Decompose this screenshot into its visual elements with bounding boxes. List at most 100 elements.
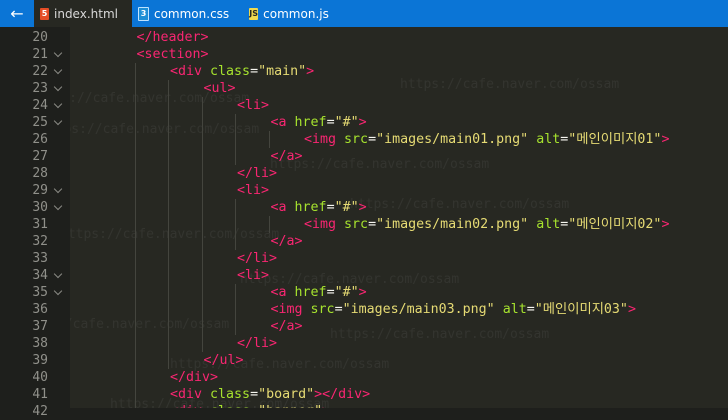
line-number: 39 [32, 353, 48, 368]
token-tag: <div [170, 387, 211, 402]
token-tag: <li> [237, 183, 270, 198]
token-str: "images/main02.png" [376, 217, 529, 232]
js-icon: JS [249, 7, 259, 20]
token-tag: <li> [237, 268, 270, 283]
line-number: 37 [32, 319, 48, 334]
token-tag: > [661, 217, 670, 232]
code-line: <div class="banner"> [170, 403, 330, 408]
token-tag: </li> [237, 251, 278, 266]
code-line: </a> [271, 318, 303, 335]
code-line: <a href="#"> [271, 284, 367, 301]
token-tag: <img [270, 302, 311, 317]
token-str: "board" [258, 387, 315, 402]
token-attr: href [294, 285, 327, 300]
token-str: "images/main01.png" [376, 132, 529, 147]
token-attr: src [344, 132, 369, 147]
tab-common-css[interactable]: 3 common.css [132, 0, 243, 27]
fold-chevron-icon[interactable] [55, 104, 63, 109]
token-tag: </li> [237, 166, 278, 181]
code-line: </li> [237, 250, 277, 267]
token-pl: = [326, 285, 335, 300]
code-line: <img src="images/main02.png" alt="메인이미지0… [304, 216, 669, 233]
code-line: </a> [271, 233, 303, 250]
line-number-gutter: 20 21 22 23 24 25 26 27 28 29 30 31 32 33 34 35 36 37 38 39… [0, 27, 70, 419]
fold-chevron-icon[interactable] [55, 53, 63, 58]
token-tag: </a> [270, 234, 303, 249]
token-attr: class [210, 64, 251, 79]
code-line: <li> [237, 267, 269, 284]
code-line: </header> [137, 29, 209, 46]
indent-guide [235, 114, 236, 165]
line-number: 34 [32, 268, 48, 283]
indent-guide [268, 216, 270, 233]
line-number: 35 [32, 285, 48, 300]
token-pl: = [334, 302, 343, 317]
code-area[interactable]: https://cafe.naver.com/ossam https://cafe… [70, 27, 728, 408]
fold-chevron-icon[interactable] [55, 274, 63, 279]
tab-label: common.css [153, 6, 230, 21]
line-number: 23 [32, 81, 48, 96]
token-tag: <section> [136, 47, 209, 62]
token-tag: </a> [270, 149, 303, 164]
code-line: <div class="board"></div> [170, 386, 370, 403]
line-number: 42 [32, 404, 48, 419]
back-arrow-icon[interactable]: ← [0, 0, 34, 27]
code-line: <a href="#"> [271, 114, 367, 131]
token-pl: = [250, 387, 259, 402]
indent-guide [134, 63, 136, 408]
token-attr: alt [536, 217, 561, 232]
fold-chevron-icon[interactable] [55, 291, 63, 296]
tab-bar: ← 5 index.html 3 common.css JS common.js [0, 0, 728, 27]
code-line: <li> [237, 182, 269, 199]
token-tag: <a [270, 285, 295, 300]
token-tag: </a> [270, 319, 303, 334]
watermark-text: https://cafe.naver.com/ossam [70, 227, 280, 242]
token-tag: </div> [170, 370, 219, 385]
fold-chevron-icon[interactable] [55, 70, 63, 75]
token-str: "banner" [258, 404, 322, 408]
token-tag: <li> [237, 98, 270, 113]
token-str: "main" [258, 64, 307, 79]
line-number: 40 [32, 370, 48, 385]
token-tag: > [627, 302, 636, 317]
line-number: 32 [32, 234, 48, 249]
token-attr: class [210, 404, 250, 408]
indent-guide [235, 199, 236, 250]
token-pl: = [368, 217, 377, 232]
tab-index-html[interactable]: 5 index.html [34, 0, 132, 27]
code-editor[interactable]: 20 21 22 23 24 25 26 27 28 29 30 31 32 33 34 35 36 37 38 39… [0, 27, 728, 419]
token-str: "images/main03.png" [342, 302, 495, 317]
fold-chevron-icon[interactable] [55, 206, 63, 211]
fold-chevron-icon[interactable] [55, 189, 63, 194]
token-tag: > [661, 132, 670, 147]
token-tag: <a [270, 115, 295, 130]
fold-chevron-icon[interactable] [55, 121, 63, 126]
token-tag: <img [304, 217, 345, 232]
token-str: "메인이미지01" [568, 132, 662, 147]
token-attr: href [294, 115, 327, 130]
line-number: 30 [32, 200, 48, 215]
indent-guide [235, 284, 236, 335]
fold-chevron-icon[interactable] [55, 87, 63, 92]
watermark-text: https://cafe.naver.com/ossam [350, 197, 570, 212]
token-tag: > [358, 115, 367, 130]
line-number: 41 [32, 387, 48, 402]
indent-guide [168, 80, 169, 369]
watermark-text: https://cafe.naver.com/ossam [400, 77, 620, 92]
token-attr: src [310, 302, 335, 317]
line-number: 36 [32, 302, 48, 317]
token-pl: = [526, 302, 535, 317]
token-attr: alt [502, 302, 527, 317]
token-tag: <ul> [203, 81, 236, 96]
tab-common-js[interactable]: JS common.js [243, 0, 343, 27]
token-tag: </ul> [203, 353, 244, 368]
token-tag: <div [170, 404, 210, 408]
token-str: "#" [334, 285, 359, 300]
code-line: </div> [170, 369, 218, 386]
token-attr: src [344, 217, 369, 232]
token-str: "#" [334, 115, 359, 130]
token-pl: = [250, 404, 258, 408]
